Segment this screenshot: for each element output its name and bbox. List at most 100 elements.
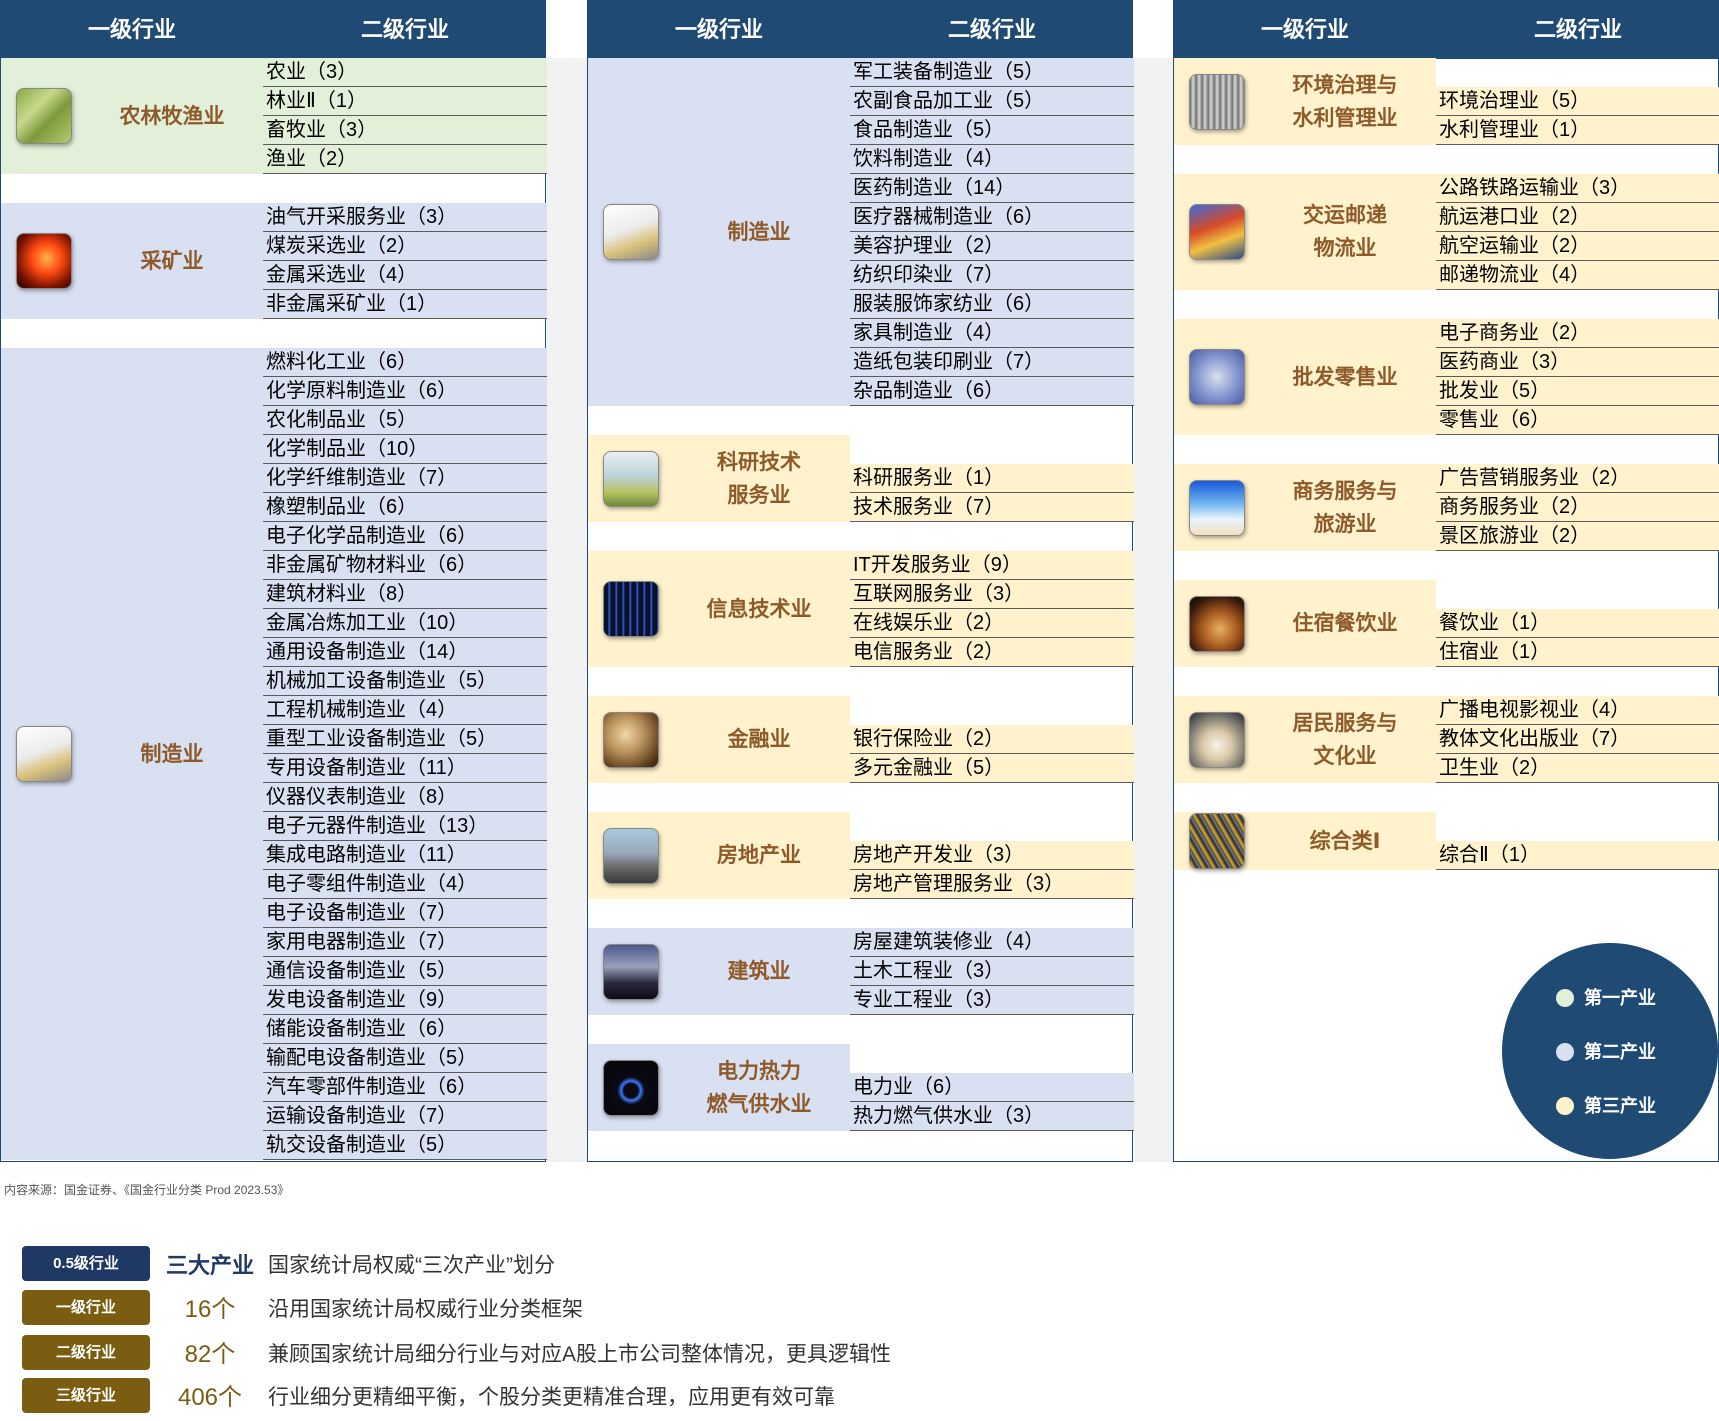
- level-desc: 兼顾国家统计局细分行业与对应A股上市公司整体情况，更具逻辑性: [268, 1343, 892, 1366]
- level1-name: 商务服务与 旅游业: [1292, 479, 1398, 536]
- level2-item: 电子设备制造业（7）: [263, 899, 547, 928]
- level2-item: 景区旅游业（2）: [1436, 522, 1719, 551]
- level-badge: 0.5级行业: [22, 1246, 150, 1281]
- level-count: 三大产业: [165, 1253, 254, 1278]
- level2-item: 房屋建筑装修业（4）: [850, 928, 1134, 957]
- level2-item: 渔业（2）: [263, 145, 547, 174]
- level2-item: 银行保险业（2）: [850, 725, 1134, 754]
- legend-item-primary: 第一产业: [1556, 985, 1656, 1011]
- header-level2: 二级行业: [947, 17, 1036, 42]
- level2-item: 农业（3）: [263, 58, 547, 87]
- level2-item: 金属采选业（4）: [263, 261, 547, 290]
- level2-item: 军工装备制造业（5）: [850, 58, 1134, 87]
- level1-cell: 农林牧渔业: [1, 58, 263, 174]
- level2-item: 电力业（6）: [850, 1073, 1134, 1102]
- level2-list: 军工装备制造业（5） 农副食品加工业（5） 食品制造业（5） 饮料制造业（4） 医药制造…: [850, 58, 1134, 406]
- level2-item: 食品制造业（5）: [850, 116, 1134, 145]
- level2-list: 电力业（6） 热力燃气供水业（3）: [850, 1044, 1134, 1131]
- level2-item: 化学纤维制造业（7）: [263, 464, 547, 493]
- level2-list: 房地产开发业（3） 房地产管理服务业（3）: [850, 812, 1134, 899]
- level2-item: 纺织印染业（7）: [850, 261, 1134, 290]
- level2-item: 住宿业（1）: [1436, 638, 1719, 667]
- level1-name: 综合类Ⅰ: [1309, 829, 1381, 853]
- level1-cell: 金融业: [588, 696, 850, 783]
- container-port-icon: [1189, 204, 1245, 260]
- level2-item: 工程机械制造业（4）: [263, 696, 547, 725]
- level1-name: 批发零售业: [1292, 365, 1398, 389]
- header-level1: 一级行业: [1260, 17, 1349, 42]
- level1-cell: 环境治理与 水利管理业: [1174, 58, 1436, 145]
- level1-name: 科研技术 服务业: [717, 450, 801, 507]
- level2-item: 零售业（6）: [1436, 406, 1719, 435]
- robot-arm-icon: [16, 726, 72, 782]
- level1-name: 住宿餐饮业: [1292, 612, 1398, 635]
- level2-item: 机械加工设备制造业（5）: [263, 667, 547, 696]
- level2-item: 科研服务业（1）: [850, 464, 1134, 493]
- level2-item: 美容护理业（2）: [850, 232, 1134, 261]
- level1-cell: 制造业: [588, 58, 850, 406]
- industry-group: 居民服务与 文化业 广播电视影视业（4） 教体文化出版业（7） 卫生业（2）: [1174, 696, 1719, 783]
- skyline-icon: [603, 827, 659, 884]
- level-desc: 沿用国家统计局权威行业分类框架: [268, 1298, 583, 1321]
- level1-cell: 电力热力 燃气供水业: [588, 1044, 850, 1131]
- level2-item: 服装服饰家纺业（6）: [850, 290, 1134, 319]
- level2-item: 林业Ⅱ（1）: [263, 87, 547, 116]
- level1-name: 建筑业: [727, 960, 791, 983]
- level2-list: 房屋建筑装修业（4） 土木工程业（3） 专业工程业（3）: [850, 928, 1134, 1015]
- level2-item: 医疗器械制造业（6）: [850, 203, 1134, 232]
- gas-flame-icon: [603, 1059, 659, 1116]
- level2-item: 家用电器制造业（7）: [263, 928, 547, 957]
- level2-item: 互联网服务业（3）: [850, 580, 1134, 609]
- level1-cell: 居民服务与 文化业: [1174, 696, 1436, 783]
- level2-item: 卫生业（2）: [1436, 754, 1719, 783]
- panel-header: 一级行业 二级行业: [588, 1, 1132, 59]
- level2-list: IT开发服务业（9） 互联网服务业（3） 在线娱乐业（2） 电信服务业（2）: [850, 551, 1134, 667]
- coins-icon: [603, 711, 659, 768]
- level1-name: 金融业: [727, 728, 791, 751]
- level2-item: 公路铁路运输业（3）: [1436, 174, 1719, 203]
- industry-group: 制造业 燃料化工业（6） 化学原料制造业（6） 农化制品业（5） 化学制品业（10） 化学…: [1, 348, 547, 1160]
- level2-list: 综合Ⅱ（1）: [1436, 812, 1719, 870]
- industry-group: 住宿餐饮业 餐饮业（1） 住宿业（1）: [1174, 580, 1719, 667]
- level2-item: 医药商业（3）: [1436, 348, 1719, 377]
- gap-strip: [1134, 58, 1174, 1162]
- industry-group: 科研技术 服务业 科研服务业（1） 技术服务业（7）: [588, 435, 1134, 522]
- level2-item: 环境治理业（5）: [1436, 87, 1719, 116]
- level-count: 406个: [177, 1384, 243, 1411]
- level1-cell: 房地产业: [588, 812, 850, 899]
- level2-item: 金属冶炼加工业（10）: [263, 609, 547, 638]
- level2-item: 房地产管理服务业（3）: [850, 870, 1134, 899]
- header-level1: 一级行业: [674, 17, 763, 42]
- level2-item: 批发业（5）: [1436, 377, 1719, 406]
- bridge-icon: [603, 943, 659, 1000]
- level2-item: 电信服务业（2）: [850, 638, 1134, 667]
- industry-group: 综合类Ⅰ 综合Ⅱ（1）: [1174, 812, 1719, 870]
- industry-group: 制造业 军工装备制造业（5） 农副食品加工业（5） 食品制造业（5） 饮料制造业（4）医…: [588, 58, 1134, 406]
- level2-item: 广告营销服务业（2）: [1436, 464, 1719, 493]
- level2-item: 轨交设备制造业（5）: [263, 1131, 547, 1160]
- level2-item: 教体文化出版业（7）: [1436, 725, 1719, 754]
- level1-name: 信息技术业: [706, 597, 812, 621]
- industry-group: 商务服务与 旅游业 广告营销服务业（2） 商务服务业（2） 景区旅游业（2）: [1174, 464, 1719, 551]
- level2-item: 燃料化工业（6）: [263, 348, 547, 377]
- level-desc: 国家统计局权威“三次产业”划分: [268, 1254, 555, 1277]
- level2-item: 航运港口业（2）: [1436, 203, 1719, 232]
- level1-name: 制造业: [727, 220, 791, 244]
- level2-item: 航空运输业（2）: [1436, 232, 1719, 261]
- level2-list: 公路铁路运输业（3） 航运港口业（2） 航空运输业（2） 邮递物流业（4）: [1436, 174, 1719, 290]
- level2-item: 专用设备制造业（11）: [263, 754, 547, 783]
- industry-group: 农林牧渔业 农业（3） 林业Ⅱ（1） 畜牧业（3） 渔业（2）: [1, 58, 547, 174]
- legend-dot: [1556, 1096, 1574, 1115]
- industry-group: 信息技术业 IT开发服务业（9） 互联网服务业（3） 在线娱乐业（2） 电信服务业（2）: [588, 551, 1134, 667]
- level2-item: 重型工业设备制造业（5）: [263, 725, 547, 754]
- level2-list: 科研服务业（1） 技术服务业（7）: [850, 435, 1134, 522]
- level2-item: 造纸包装印刷业（7）: [850, 348, 1134, 377]
- header-level2: 二级行业: [360, 17, 449, 42]
- level2-list: 燃料化工业（6） 化学原料制造业（6） 农化制品业（5） 化学制品业（10） 化学纤维制…: [263, 348, 547, 1160]
- legend-label: 第二产业: [1584, 1042, 1656, 1062]
- level1-name: 制造业: [140, 742, 204, 766]
- level2-item: 油气开采服务业（3）: [263, 203, 547, 232]
- level2-list: 油气开采服务业（3） 煤炭采选业（2） 金属采选业（4） 非金属采矿业（1）: [263, 203, 547, 319]
- industry-group: 环境治理与 水利管理业 环境治理业（5） 水利管理业（1）: [1174, 58, 1719, 145]
- level1-name: 居民服务与 文化业: [1292, 711, 1398, 768]
